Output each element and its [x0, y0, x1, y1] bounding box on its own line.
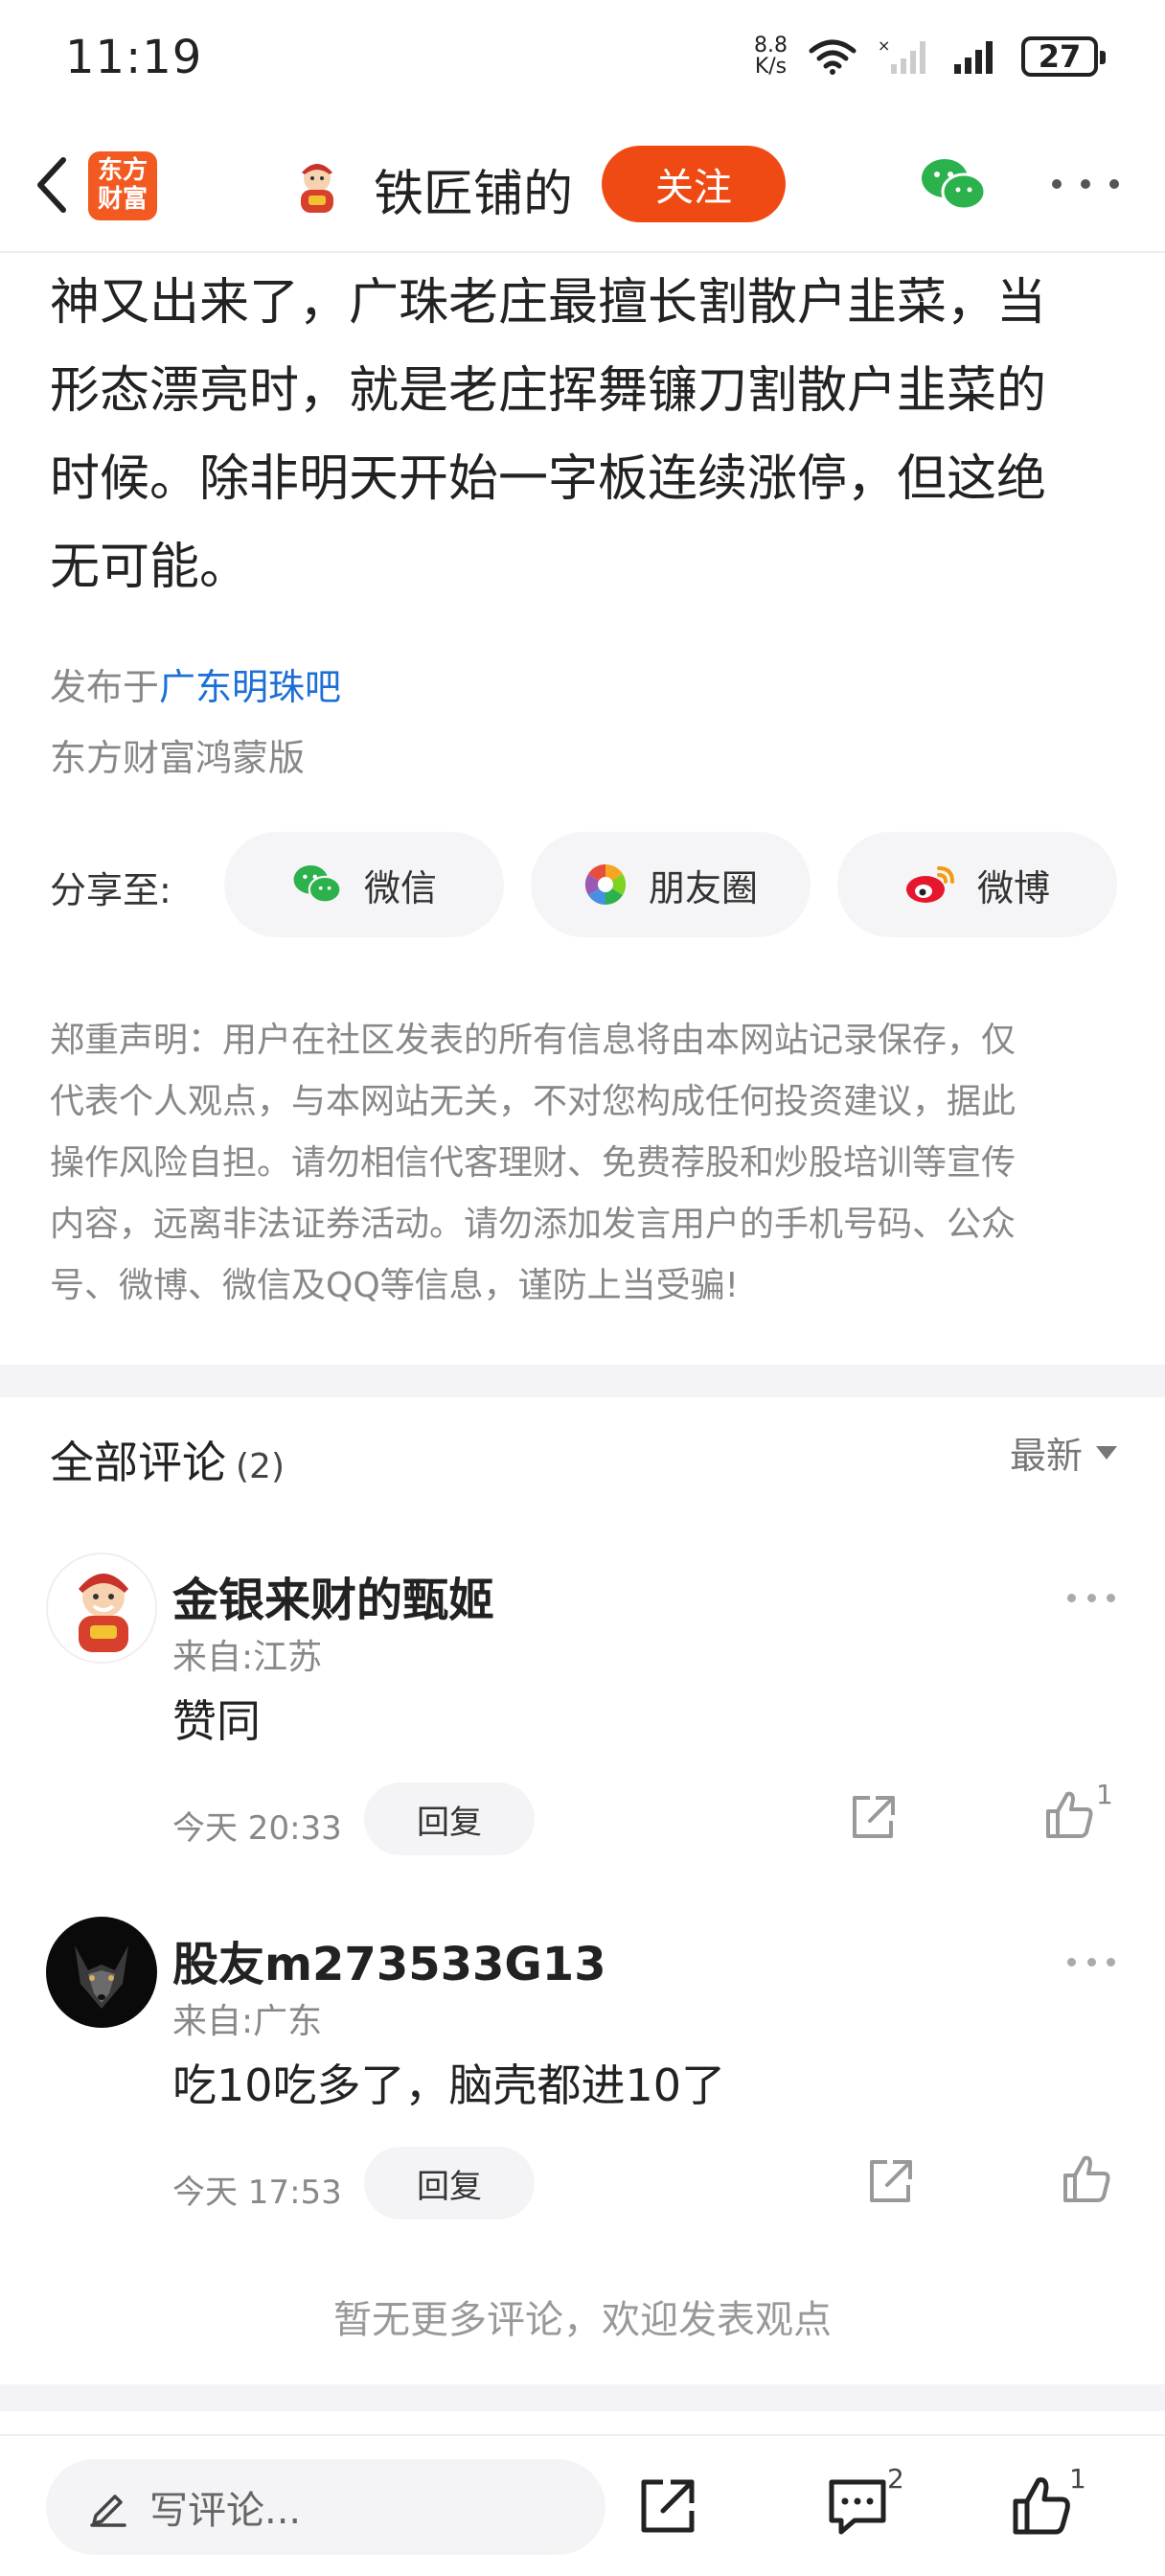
share-icon[interactable]	[847, 1792, 899, 1844]
like-count-badge: 1	[1069, 2463, 1086, 2495]
author-name[interactable]: 铁匠铺的	[374, 153, 573, 225]
wifi-icon	[809, 39, 857, 75]
platform-label: 东方财富鸿蒙版	[50, 737, 306, 779]
follow-button[interactable]: 关注	[602, 146, 786, 222]
disclaimer-line: 号、微博、微信及QQ等信息，谨防上当受骗!	[50, 1266, 740, 1305]
comment-location: 来自:广东	[172, 2002, 323, 2041]
caret-down-icon	[1096, 1445, 1117, 1460]
app-logo-line2: 财富	[97, 185, 148, 214]
post-line: 形态漂亮时，就是老庄挥舞镰刀割散户韭菜的	[50, 362, 1047, 420]
network-speed-unit: K/s	[754, 55, 788, 79]
back-button[interactable]	[23, 151, 80, 218]
like-icon[interactable]	[1060, 2152, 1113, 2206]
comment-item: 股友m273533G13 来自:广东 吃10吃多了，脑壳都进10了 今天 17:…	[0, 1917, 1165, 2262]
share-moments-label: 朋友圈	[648, 866, 758, 909]
reply-button[interactable]: 回复	[364, 1782, 535, 1855]
like-icon[interactable]	[1042, 1788, 1096, 1842]
post-line: 神又出来了，广珠老庄最擅长割散户韭菜，当	[50, 274, 1047, 332]
more-dot	[1086, 1957, 1096, 1966]
disclaimer-line: 代表个人观点，与本网站无关，不对您构成任何投资建议，据此	[50, 1082, 1017, 1121]
avatar[interactable]	[46, 1552, 157, 1664]
published-prefix: 发布于	[50, 666, 160, 708]
disclaimer-line: 操作风险自担。请勿相信代客理财、免费荐股和炒股培训等宣传	[50, 1143, 1017, 1183]
battery-level: 27	[1038, 38, 1082, 75]
post-line: 时候。除非明天开始一字板连续涨停，但这绝	[50, 450, 1047, 508]
comment-time: 今天 20:33	[172, 1809, 342, 1848]
share-weibo-button[interactable]: 微博	[837, 832, 1117, 937]
write-comment-placeholder: 写评论...	[149, 2489, 302, 2533]
comment-item: 金银来财的甄姬 来自:江苏 赞同 今天 20:33 回复 1	[0, 1552, 1165, 1898]
post-body: 神又出来了，广珠老庄最擅长割散户韭菜，当 形态漂亮时，就是老庄挥舞镰刀割散户韭菜…	[50, 259, 1123, 611]
comment-text: 吃10吃多了，脑壳都进10了	[172, 2059, 726, 2111]
wechat-icon[interactable]	[920, 155, 987, 215]
write-comment-input[interactable]: 写评论...	[46, 2459, 605, 2555]
forum-link[interactable]: 广东明珠吧	[159, 666, 341, 708]
status-bar: 11:19 8.8 K/s × 27	[0, 0, 1165, 117]
comment-username[interactable]: 金银来财的甄姬	[172, 1562, 494, 1629]
more-dot	[1086, 1593, 1096, 1602]
comment-icon[interactable]	[826, 2474, 889, 2538]
app-logo-line1: 东方	[97, 156, 148, 185]
like-count: 1	[1096, 1779, 1113, 1810]
comments-heading: 全部评论 (2)	[50, 1428, 285, 1491]
signal-icon	[954, 41, 993, 74]
pencil-icon	[90, 2495, 126, 2527]
more-dot	[1067, 1593, 1076, 1602]
network-speed: 8.8 K/s	[754, 35, 788, 78]
disclaimer-line: 郑重声明：用户在社区发表的所有信息将由本网站记录保存，仅	[50, 1021, 1017, 1060]
sort-dropdown[interactable]: 最新	[1010, 1426, 1117, 1479]
wechat-icon	[293, 864, 342, 904]
more-dot	[1067, 1957, 1076, 1966]
more-menu-button[interactable]	[1052, 170, 1119, 198]
network-speed-value: 8.8	[754, 34, 788, 58]
more-dot	[1052, 179, 1062, 189]
bottom-action-bar: 写评论... 2 1	[0, 2434, 1165, 2576]
disclaimer: 郑重声明：用户在社区发表的所有信息将由本网站记录保存，仅 代表个人观点，与本网站…	[50, 1010, 1115, 1317]
more-dot	[1081, 179, 1090, 189]
comment-count-badge: 2	[887, 2463, 904, 2495]
comments-count: (2)	[236, 1447, 285, 1486]
share-icon[interactable]	[864, 2156, 916, 2208]
app-logo[interactable]: 东方 财富	[88, 151, 157, 220]
weibo-icon	[905, 866, 954, 903]
share-moments-button[interactable]: 朋友圈	[531, 832, 811, 937]
status-icons: 8.8 K/s × 27	[754, 33, 1106, 80]
avatar[interactable]	[46, 1917, 157, 2028]
disclaimer-line: 内容，远离非法证券活动。请勿添加发言用户的手机号码、公众	[50, 1205, 1017, 1244]
battery-icon: 27	[1021, 36, 1106, 77]
more-dot	[1109, 179, 1119, 189]
svg-text:×: ×	[878, 37, 890, 55]
section-divider	[0, 2384, 1165, 2411]
author-avatar[interactable]	[287, 157, 347, 217]
comment-more-button[interactable]	[1067, 1591, 1115, 1604]
fortune-god-avatar-icon	[48, 1554, 155, 1662]
no-more-comments: 暂无更多评论，欢迎发表观点	[333, 2298, 832, 2342]
sort-label: 最新	[1009, 1435, 1083, 1477]
chevron-left-icon	[37, 157, 66, 213]
signal-nosim-icon: ×	[878, 37, 925, 74]
more-dot	[1107, 1957, 1115, 1966]
status-time: 11:19	[65, 31, 203, 84]
more-dot	[1107, 1593, 1115, 1602]
moments-icon	[584, 863, 627, 906]
share-wechat-label: 微信	[363, 866, 437, 909]
share-label: 分享至:	[50, 869, 171, 911]
comment-text: 赞同	[172, 1695, 261, 1747]
like-icon[interactable]	[1010, 2474, 1073, 2538]
post-line: 无可能。	[50, 539, 250, 596]
section-divider	[0, 1365, 1165, 1397]
comment-location: 来自:江苏	[172, 1638, 323, 1677]
comment-time: 今天 17:53	[172, 2174, 342, 2212]
top-nav-bar: 东方 财富 铁匠铺的 关注	[0, 117, 1165, 253]
reply-button[interactable]: 回复	[364, 2147, 535, 2220]
share-wechat-button[interactable]: 微信	[224, 832, 504, 937]
published-in: 发布于广东明珠吧	[50, 657, 341, 710]
comment-more-button[interactable]	[1067, 1955, 1115, 1968]
comments-title: 全部评论	[50, 1437, 226, 1488]
wolf-avatar-icon	[46, 1917, 157, 2028]
comment-username[interactable]: 股友m273533G13	[172, 1926, 606, 1993]
share-icon[interactable]	[636, 2474, 699, 2538]
share-weibo-label: 微博	[976, 866, 1050, 909]
